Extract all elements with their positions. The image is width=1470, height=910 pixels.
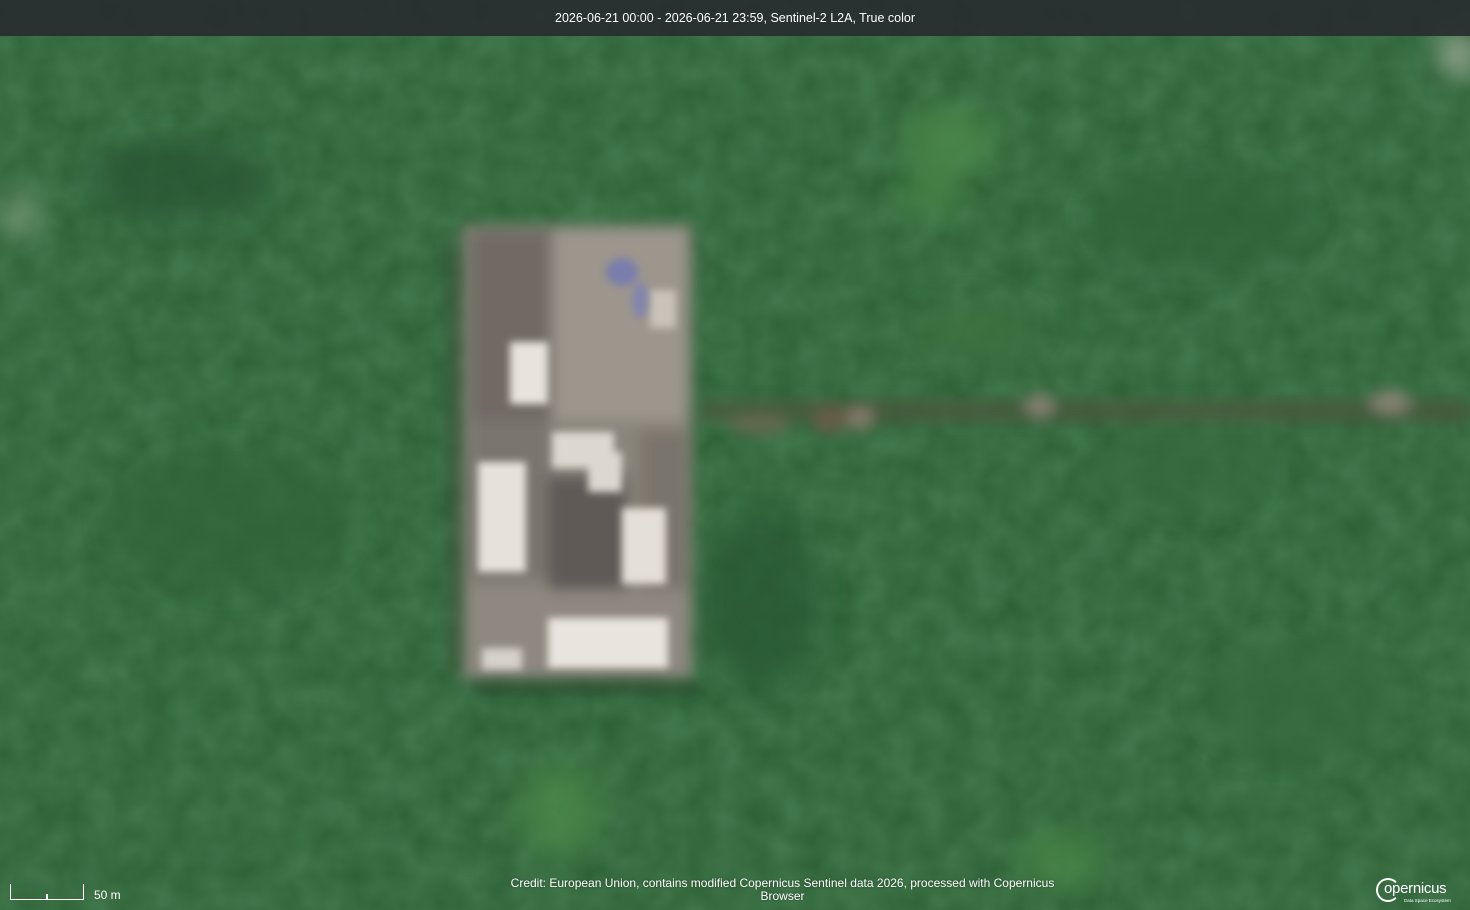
acquisition-caption: 2026-06-21 00:00 - 2026-06-21 23:59, Sen… — [0, 0, 1470, 36]
scale-bar: 50 m — [8, 884, 138, 904]
logo-wordmark: opernicus — [1384, 880, 1447, 897]
credit-text: Credit: European Union, contains modifie… — [510, 876, 1055, 903]
scale-mid-tick — [46, 894, 48, 900]
map-viewport[interactable]: 2026-06-21 00:00 - 2026-06-21 23:59, Sen… — [0, 0, 1470, 910]
copernicus-logo[interactable]: opernicus Data Space Ecosystem — [1374, 876, 1454, 906]
satellite-imagery[interactable] — [0, 0, 1470, 910]
scale-label: 50 m — [94, 888, 121, 902]
logo-tagline: Data Space Ecosystem — [1404, 898, 1451, 903]
